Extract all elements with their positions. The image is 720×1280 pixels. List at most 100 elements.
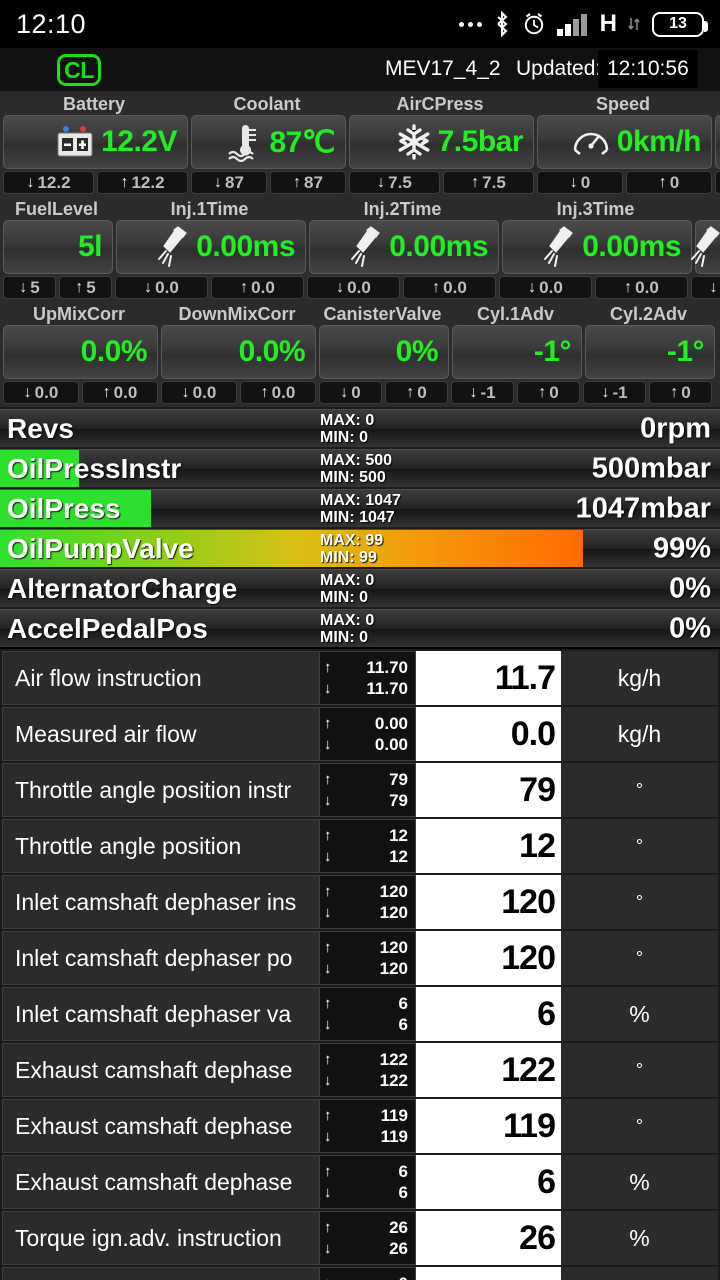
gauge-cell[interactable]: 0.0% xyxy=(161,325,316,379)
bar-row[interactable]: AccelPedalPos MAX: 0 MIN: 0 0% xyxy=(0,609,720,647)
gauge-max-cell: ↑ 0 xyxy=(626,171,712,194)
table-row[interactable]: Exhaust camshaft dephase ↑ 122 ↓ 122 122 ° xyxy=(0,1043,720,1097)
gauge-max-cell: ↑ 0 xyxy=(649,381,712,404)
battery-icon: 13 xyxy=(652,11,708,37)
parameter-minmax: ↑ 119 ↓ 119 xyxy=(320,1099,416,1153)
bar-row[interactable]: OilPressInstr MAX: 500 MIN: 500 500mbar xyxy=(0,449,720,487)
battery-level-text: 13 xyxy=(669,15,687,32)
gauge-value: 0.0% xyxy=(80,335,148,368)
gauge-title-strip: FuelLevel Inj.1Time Inj.2Time Inj.3Time xyxy=(0,197,720,220)
bar-min-value: MIN: 0 xyxy=(320,428,368,446)
arrow-down-icon: ↓ xyxy=(214,173,223,191)
parameter-max-value: 122 xyxy=(379,1050,408,1069)
status-clock: 12:10 xyxy=(16,8,87,39)
table-row[interactable]: Exhaust camshaft dephase ↑ 6 ↓ 6 6% xyxy=(0,1155,720,1209)
parameter-min-value: 122 xyxy=(379,1071,408,1090)
gauge-cell[interactable]: -1° xyxy=(452,325,582,379)
table-row[interactable]: Torque ign.adv. instruction ↑ 26 ↓ 26 26% xyxy=(0,1211,720,1265)
gauge-min-cell: ↓ 0.0 xyxy=(307,276,400,299)
gauge-title-strip: Battery Coolant AirCPress Speed xyxy=(0,92,720,115)
bar-min-value: MIN: 1047 xyxy=(320,508,395,526)
gauge-title: AirCPress xyxy=(396,94,484,114)
gauge-value: 0.00ms xyxy=(389,230,488,263)
bar-row[interactable]: AlternatorCharge MAX: 0 MIN: 0 0% xyxy=(0,569,720,607)
bar-label: OilPress xyxy=(7,492,121,524)
parameter-min-value: 119 xyxy=(380,1127,408,1146)
parameter-value: 79 xyxy=(416,763,561,817)
bar-minmax: MAX: 0 MIN: 0 xyxy=(320,612,374,646)
gauge-cell[interactable]: 0.00ms xyxy=(309,220,499,274)
table-row[interactable]: Exhaust camshaft dephase ↑ 119 ↓ 119 119 ° xyxy=(0,1099,720,1153)
gauge-cell[interactable]: 5l xyxy=(3,220,113,274)
gauge-cell[interactable]: 0.00ms xyxy=(502,220,692,274)
gauge-max-value: 0.0 xyxy=(251,277,275,297)
bar-row[interactable]: OilPress MAX: 1047 MIN: 1047 1047mbar xyxy=(0,489,720,527)
injector-icon xyxy=(156,226,190,268)
table-row[interactable]: Throttle angle position instr ↑ 79 ↓ 79 79 ° xyxy=(0,763,720,817)
gauge-title: CanisterValve xyxy=(323,304,442,324)
gauge-max-cell: ↑ 12.2 xyxy=(97,171,188,194)
bar-min-value: MIN: 0 xyxy=(320,628,368,646)
parameter-value: 0.0 xyxy=(416,707,561,761)
gauge-title: UpMixCorr xyxy=(32,304,125,324)
parameter-name: Torque ign.adv. instruction xyxy=(2,1211,320,1265)
arrow-down-icon: ↓ xyxy=(340,383,349,401)
parameter-max-value: 120 xyxy=(379,882,408,901)
gauge-min-cell: ↓ 5 xyxy=(3,276,56,299)
injector-icon xyxy=(349,226,383,268)
gauge-min-value: 0.0 xyxy=(347,277,371,297)
gauge-cell[interactable]: 87℃ xyxy=(191,115,346,169)
bar-label: AccelPedalPos xyxy=(7,612,208,644)
gauge-cell[interactable] xyxy=(715,115,720,169)
parameter-unit: ° xyxy=(561,1043,718,1097)
gauge-title: Battery xyxy=(62,94,126,114)
gauge-value: 0% xyxy=(395,335,439,368)
table-row[interactable]: Torque obtained by ign.adv.↑0↓00% xyxy=(0,1267,720,1280)
thermometer-icon xyxy=(227,122,263,162)
gauge-max-cell: ↑ 0.0 xyxy=(403,276,496,299)
bar-row[interactable]: OilPumpValve MAX: 99 MIN: 99 99% xyxy=(0,529,720,567)
gauge-cell[interactable]: 0% xyxy=(319,325,449,379)
parameter-minmax: ↑ 11.70 ↓ 11.70 xyxy=(320,651,416,705)
gauge-min-value: 5 xyxy=(30,277,40,297)
gauge-cell[interactable]: 12.2V xyxy=(3,115,188,169)
bar-value: 500mbar xyxy=(591,452,711,484)
table-row[interactable]: Measured air flow ↑ 0.00 ↓ 0.00 0.0 kg/h xyxy=(0,707,720,761)
signal-bars-icon xyxy=(556,11,589,37)
arrow-down-icon: ↓ xyxy=(709,278,718,296)
bar-label: OilPressInstr xyxy=(7,452,182,484)
bar-max-value: MAX: 0 xyxy=(320,611,375,629)
gauge-cell[interactable]: 0km/h xyxy=(537,115,712,169)
gauge-title: Inj.1Time xyxy=(170,199,249,219)
gauge-min-cell: ↓ 0.0 xyxy=(161,381,237,404)
gauge-panel[interactable]: Battery Coolant AirCPress Speed 12.2V 87℃ 7.5b… xyxy=(0,92,720,407)
network-h-icon: H xyxy=(599,10,617,37)
bar-row[interactable]: Revs MAX: 0 MIN: 0 0rpm xyxy=(0,409,720,447)
gauge-cell[interactable]: 0.00ms xyxy=(116,220,306,274)
gauge-cell[interactable]: 0.0% xyxy=(3,325,158,379)
table-row[interactable]: Throttle angle position ↑ 12 ↓ 12 12 ° xyxy=(0,819,720,873)
parameter-max-value: 0 xyxy=(399,1274,408,1280)
parameter-unit: ° xyxy=(561,819,718,873)
gauge-max-cell: ↑ 7.5 xyxy=(443,171,534,194)
arrow-up-icon: ↑ xyxy=(120,173,129,191)
gauge-cell-strip: 0.0% 0.0% 0% -1° -1° xyxy=(0,325,720,379)
table-row[interactable]: Inlet camshaft dephaser va ↑ 6 ↓ 6 6% xyxy=(0,987,720,1041)
arrow-down-icon: ↓ xyxy=(377,173,386,191)
arrow-down-icon: ↓ xyxy=(336,278,345,296)
gauge-cell[interactable] xyxy=(691,220,720,274)
table-row[interactable]: Air flow instruction ↑ 11.70 ↓ 11.70 11.7 kg/h xyxy=(0,651,720,705)
connection-status-badge[interactable]: CL xyxy=(57,54,101,86)
parameter-min-value: 6 xyxy=(398,1015,408,1034)
parameter-table[interactable]: Air flow instruction ↑ 11.70 ↓ 11.70 11.7 kg/h… xyxy=(0,649,720,1280)
gauge-min-cell: ↓ 12.2 xyxy=(3,171,94,194)
gauge-cell[interactable]: 7.5bar xyxy=(349,115,534,169)
table-row[interactable]: Inlet camshaft dephaser po ↑ 120 ↓ 120 120 ° xyxy=(0,931,720,985)
gauge-row-3: UpMixCorr DownMixCorr CanisterValve Cyl.1Ad… xyxy=(0,302,720,407)
gauge-minmax-strip: ↓ 5 ↑ 5 ↓ 0.0 ↑ 0.0 ↓ 0.0 ↑ 0.0 ↓ 0.0 ↑ 0.0 ↓ xyxy=(0,274,720,299)
bluetooth-icon xyxy=(493,11,511,37)
parameter-unit: ° xyxy=(561,1099,718,1153)
gauge-cell[interactable]: -1° xyxy=(585,325,715,379)
parameter-minmax: ↑ 122 ↓ 122 xyxy=(320,1043,416,1097)
table-row[interactable]: Inlet camshaft dephaser ins ↑ 120 ↓ 120 120 ° xyxy=(0,875,720,929)
